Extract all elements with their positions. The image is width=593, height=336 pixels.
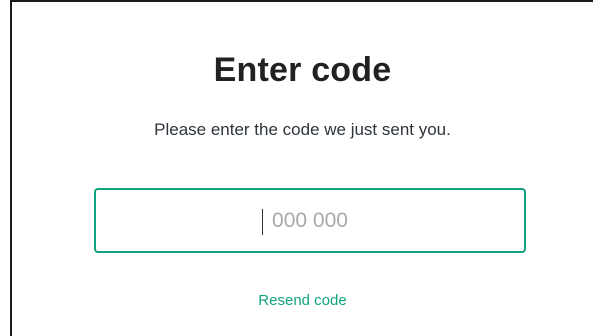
instruction-text: Please enter the code we just sent you.	[154, 120, 451, 139]
code-verification-panel: Enter code Please enter the code we just…	[10, 0, 593, 336]
resend-row: Resend code	[12, 291, 593, 311]
code-input[interactable]	[96, 189, 524, 252]
page-title: Enter code	[213, 51, 392, 89]
text-caret	[262, 209, 263, 235]
resend-code-link[interactable]: Resend code	[258, 292, 346, 309]
code-field-wrapper[interactable]	[94, 188, 526, 253]
